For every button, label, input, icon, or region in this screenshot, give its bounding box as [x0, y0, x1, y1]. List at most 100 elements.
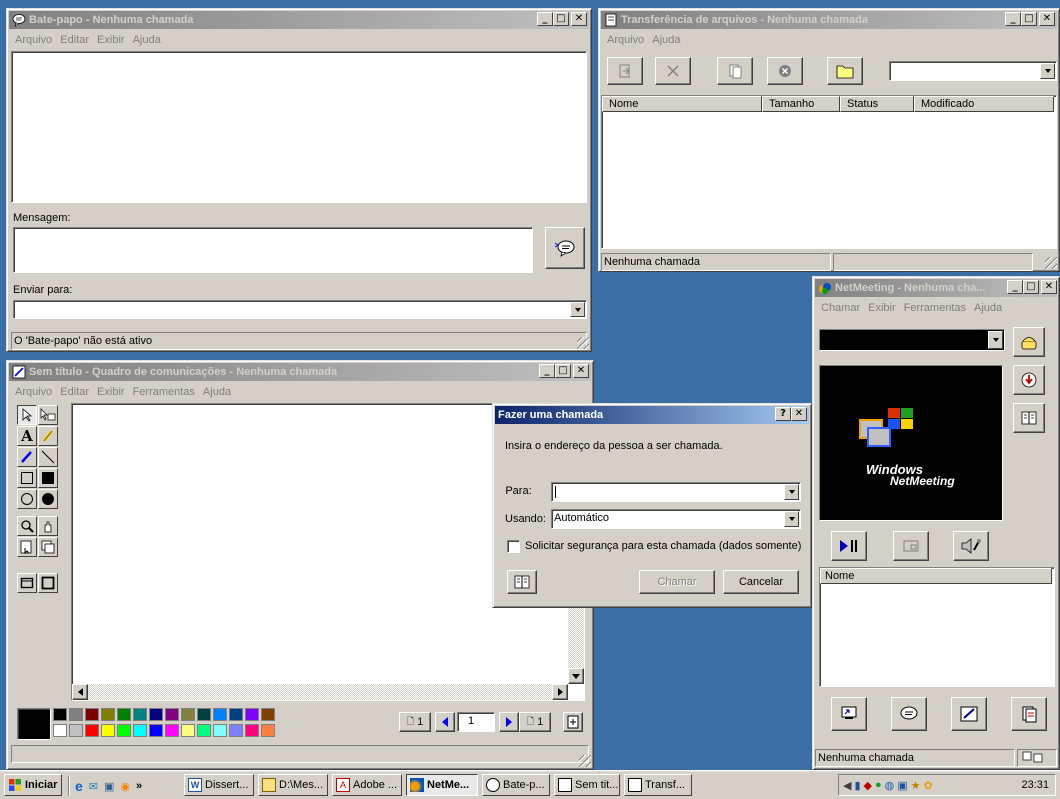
color-swatch[interactable] — [229, 708, 243, 721]
color-swatch[interactable] — [165, 724, 179, 737]
menu-exibir[interactable]: Exibir — [97, 34, 125, 46]
color-swatch[interactable] — [85, 724, 99, 737]
select-area-tool[interactable] — [17, 537, 37, 557]
color-swatch[interactable] — [85, 708, 99, 721]
menu-ajuda[interactable]: Ajuda — [133, 34, 161, 46]
close-button[interactable]: ✕ — [571, 12, 587, 26]
using-select[interactable]: Automático — [551, 509, 801, 529]
send-to-select[interactable] — [13, 300, 587, 319]
color-swatch[interactable] — [53, 724, 67, 737]
line-width-thick[interactable] — [38, 573, 58, 593]
call-button[interactable]: Chamar — [639, 570, 715, 594]
open-folder-button[interactable] — [827, 57, 863, 85]
scroll-down-button[interactable] — [568, 668, 584, 684]
color-swatch[interactable] — [213, 724, 227, 737]
share-program-button[interactable] — [831, 697, 867, 731]
insert-page-button[interactable] — [563, 712, 583, 732]
remove-file-button[interactable] — [655, 57, 691, 85]
stop-transfer-button[interactable] — [767, 57, 803, 85]
menu-arquivo[interactable]: Arquivo — [607, 34, 644, 46]
directory-button[interactable] — [1013, 403, 1045, 433]
maximize-button[interactable]: □ — [553, 12, 569, 26]
menu-ferramentas[interactable]: Ferramentas — [133, 386, 195, 398]
menu-exibir[interactable]: Exibir — [97, 386, 125, 398]
color-swatch[interactable] — [245, 708, 259, 721]
picture-in-picture-button[interactable] — [893, 531, 929, 561]
color-swatch[interactable] — [261, 708, 275, 721]
help-button[interactable]: ? — [775, 407, 791, 421]
task-dissertacao[interactable]: W Dissert... — [184, 774, 254, 796]
color-swatch[interactable] — [133, 724, 147, 737]
file-transfer-button[interactable] — [1011, 697, 1047, 731]
minimize-button[interactable]: _ — [1007, 280, 1023, 294]
hollow-ellipse-tool[interactable] — [17, 489, 37, 509]
chevron-down-icon[interactable] — [570, 302, 585, 317]
next-page-button[interactable] — [499, 712, 519, 732]
column-nome[interactable]: Nome — [602, 96, 762, 112]
task-netmeeting[interactable]: NetMe... — [406, 774, 478, 796]
zoom-tool[interactable] — [17, 516, 37, 536]
participant-list[interactable]: Nome — [819, 567, 1055, 687]
column-status[interactable]: Status — [840, 96, 914, 112]
outlook-icon[interactable]: ✉ — [89, 780, 98, 793]
close-button[interactable]: ✕ — [1039, 12, 1055, 26]
netmeeting-tray-icon[interactable]: ✿ — [924, 779, 933, 792]
minimize-button[interactable]: _ — [539, 364, 555, 378]
color-swatch[interactable] — [245, 724, 259, 737]
close-button[interactable]: ✕ — [791, 407, 807, 421]
directory-button[interactable] — [507, 570, 537, 594]
minimize-button[interactable]: _ — [537, 12, 553, 26]
task-adobe[interactable]: A Adobe ... — [332, 774, 402, 796]
line-width-thin[interactable] — [17, 573, 37, 593]
chat-history[interactable] — [11, 51, 587, 203]
more-chevron-icon[interactable]: » — [136, 780, 142, 792]
line-tool[interactable] — [38, 447, 58, 467]
audio-tuning-button[interactable] — [953, 531, 989, 561]
menu-editar[interactable]: Editar — [60, 386, 89, 398]
close-button[interactable]: ✕ — [573, 364, 589, 378]
menu-arquivo[interactable]: Arquivo — [15, 386, 52, 398]
messenger-icon[interactable]: ● — [875, 779, 882, 791]
maximize-button[interactable]: □ — [555, 364, 571, 378]
color-swatch[interactable] — [181, 708, 195, 721]
last-page-button[interactable]: 🗋 1 — [519, 712, 551, 732]
horizontal-scrollbar[interactable] — [72, 684, 568, 700]
network-icon[interactable]: ▮ — [854, 779, 860, 792]
maximize-button[interactable]: □ — [1021, 12, 1037, 26]
chevron-down-icon[interactable] — [784, 484, 799, 500]
volume-icon[interactable]: ◀ — [843, 779, 851, 792]
pen-tool[interactable] — [17, 447, 37, 467]
menu-ferramentas[interactable]: Ferramentas — [904, 302, 966, 314]
color-swatch[interactable] — [261, 724, 275, 737]
page-number-input[interactable]: 1 — [457, 712, 495, 732]
color-swatch[interactable] — [133, 708, 147, 721]
play-pause-video-button[interactable] — [831, 531, 867, 561]
chevron-down-icon[interactable] — [1040, 63, 1055, 79]
column-nome[interactable]: Nome — [820, 568, 1052, 584]
color-swatch[interactable] — [101, 724, 115, 737]
menu-ajuda[interactable]: Ajuda — [974, 302, 1002, 314]
select-tool[interactable] — [17, 405, 37, 425]
lock-contents-tool[interactable] — [38, 516, 58, 536]
task-transfer[interactable]: Transf... — [624, 774, 692, 796]
place-call-button[interactable] — [1013, 327, 1045, 357]
menu-chamar[interactable]: Chamar — [821, 302, 860, 314]
antivirus-icon[interactable]: ◆ — [864, 779, 872, 792]
address-select[interactable] — [819, 329, 1005, 351]
remote-pointer-tool[interactable] — [38, 405, 58, 425]
menu-editar[interactable]: Editar — [60, 34, 89, 46]
chevron-down-icon[interactable] — [988, 331, 1003, 349]
send-message-button[interactable] — [545, 227, 585, 269]
menu-ajuda[interactable]: Ajuda — [203, 386, 231, 398]
column-tamanho[interactable]: Tamanho — [762, 96, 840, 112]
security-icon[interactable]: ★ — [911, 779, 921, 792]
cancel-button[interactable]: Cancelar — [723, 570, 799, 594]
whiteboard-button[interactable] — [951, 697, 987, 731]
task-folder[interactable]: D:\Mes... — [258, 774, 328, 796]
scroll-left-button[interactable] — [72, 684, 88, 700]
media-player-icon[interactable]: ◉ — [120, 780, 130, 793]
chat-titlebar[interactable]: Bate-papo - Nenhuma chamada — [9, 11, 589, 29]
color-swatch[interactable] — [229, 724, 243, 737]
menu-exibir[interactable]: Exibir — [868, 302, 896, 314]
internet-explorer-icon[interactable]: e — [75, 778, 83, 794]
